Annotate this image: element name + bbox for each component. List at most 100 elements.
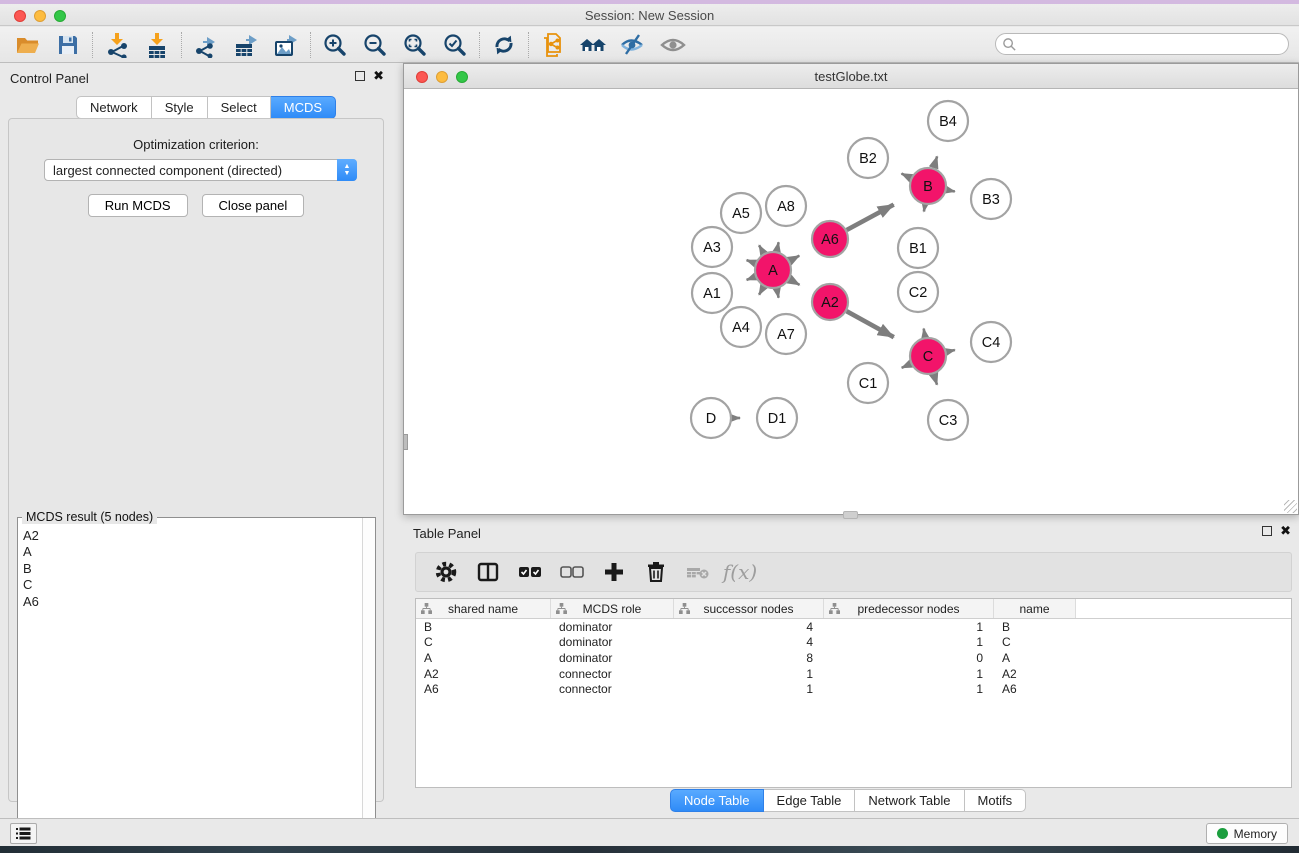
cell-successor-nodes[interactable]: 4	[674, 635, 824, 651]
column-header-shared-name[interactable]: shared name	[416, 599, 551, 618]
graph-node-A6[interactable]: A6	[812, 221, 848, 257]
graph-node-A[interactable]: A	[755, 252, 791, 288]
graph-node-B4[interactable]: B4	[928, 101, 968, 141]
mcds-result-item[interactable]: A2	[23, 528, 362, 544]
column-header-successor-nodes[interactable]: successor nodes	[674, 599, 824, 618]
export-image-icon[interactable]	[266, 30, 306, 60]
graph-node-C2[interactable]: C2	[898, 272, 938, 312]
open-folder-icon[interactable]	[8, 30, 48, 60]
close-panel-button[interactable]: Close panel	[202, 194, 305, 217]
close-panel-icon[interactable]: ✖	[373, 71, 384, 81]
cell-name[interactable]: A	[994, 650, 1076, 666]
table-row[interactable]: A dominator 8 0 A	[416, 650, 1291, 666]
result-scrollbar[interactable]	[362, 518, 375, 852]
import-network-icon[interactable]	[97, 30, 137, 60]
graph-node-C3[interactable]: C3	[928, 400, 968, 440]
graph-edge-A6-B[interactable]	[847, 205, 894, 230]
graph-node-B2[interactable]: B2	[848, 138, 888, 178]
cell-predecessor-nodes[interactable]: 0	[824, 650, 994, 666]
graph-node-A4[interactable]: A4	[721, 307, 761, 347]
graph-node-A3[interactable]: A3	[692, 227, 732, 267]
mcds-result-item[interactable]: A6	[23, 594, 362, 610]
graph-edge-C-C3[interactable]	[934, 374, 937, 385]
cell-shared-name[interactable]: A2	[416, 666, 551, 682]
search-field[interactable]	[995, 33, 1289, 55]
tab-style[interactable]: Style	[152, 96, 208, 119]
window-edge-handle[interactable]	[403, 434, 408, 450]
save-session-icon[interactable]	[48, 30, 88, 60]
cell-predecessor-nodes[interactable]: 1	[824, 635, 994, 651]
search-input[interactable]	[1017, 37, 1288, 51]
graph-node-C4[interactable]: C4	[971, 322, 1011, 362]
cell-name[interactable]: A2	[994, 666, 1076, 682]
cell-predecessor-nodes[interactable]: 1	[824, 666, 994, 682]
table-row[interactable]: A2 connector 1 1 A2	[416, 666, 1291, 682]
cell-shared-name[interactable]: A6	[416, 681, 551, 697]
run-mcds-button[interactable]: Run MCDS	[88, 194, 188, 217]
cell-name[interactable]: C	[994, 635, 1076, 651]
show-graphics-details-icon[interactable]	[653, 30, 693, 60]
graph-edge-A-A2[interactable]	[790, 279, 800, 285]
show-columns-icon[interactable]	[474, 558, 502, 586]
create-column-icon[interactable]	[600, 558, 628, 586]
graph-node-A8[interactable]: A8	[766, 186, 806, 226]
export-network-icon[interactable]	[186, 30, 226, 60]
tab-motifs[interactable]: Motifs	[965, 789, 1027, 812]
zoom-in-icon[interactable]	[315, 30, 355, 60]
hide-graphics-details-icon[interactable]	[613, 30, 653, 60]
cell-shared-name[interactable]: C	[416, 635, 551, 651]
column-header-name[interactable]: name	[994, 599, 1076, 618]
tab-mcds[interactable]: MCDS	[271, 96, 336, 119]
graph-edge-B-B3[interactable]	[947, 190, 955, 192]
graph-edge-C-C4[interactable]	[947, 350, 955, 352]
graph-edge-A-A8[interactable]	[777, 242, 779, 251]
show-all-networks-icon[interactable]	[573, 30, 613, 60]
column-header-mcds-role[interactable]: MCDS role	[551, 599, 674, 618]
graph-node-A7[interactable]: A7	[766, 314, 806, 354]
new-network-from-selection-icon[interactable]	[533, 30, 573, 60]
column-header-predecessor-nodes[interactable]: predecessor nodes	[824, 599, 994, 618]
task-history-button[interactable]	[10, 823, 37, 844]
graph-node-D[interactable]: D	[691, 398, 731, 438]
table-row[interactable]: C dominator 4 1 C	[416, 635, 1291, 651]
graph-edge-C-C2[interactable]	[924, 329, 925, 338]
graph-node-B1[interactable]: B1	[898, 228, 938, 268]
tab-node-table[interactable]: Node Table	[670, 789, 764, 812]
mcds-result-item[interactable]: B	[23, 561, 362, 577]
delete-columns-icon[interactable]	[642, 558, 670, 586]
graph-node-B[interactable]: B	[910, 168, 946, 204]
graph-edge-A-A1[interactable]	[747, 277, 756, 280]
cell-mcds-role[interactable]: dominator	[551, 635, 674, 651]
cell-mcds-role[interactable]: dominator	[551, 619, 674, 635]
graph-edge-A-A6[interactable]	[790, 256, 800, 261]
float-panel-icon[interactable]	[355, 71, 365, 81]
delete-table-icon[interactable]	[684, 558, 712, 586]
cell-predecessor-nodes[interactable]: 1	[824, 619, 994, 635]
cell-successor-nodes[interactable]: 1	[674, 681, 824, 697]
tab-network[interactable]: Network	[76, 96, 152, 119]
close-table-panel-icon[interactable]: ✖	[1280, 526, 1291, 536]
tab-edge-table[interactable]: Edge Table	[764, 789, 856, 812]
table-mode-gear-icon[interactable]	[432, 558, 460, 586]
cell-mcds-role[interactable]: dominator	[551, 650, 674, 666]
graph-edge-B-B4[interactable]	[934, 156, 938, 167]
mcds-result-item[interactable]: C	[23, 577, 362, 593]
graph-edge-A-A5[interactable]	[759, 245, 764, 253]
zoom-fit-icon[interactable]	[395, 30, 435, 60]
graph-node-A1[interactable]: A1	[692, 273, 732, 313]
cell-name[interactable]: B	[994, 619, 1076, 635]
function-builder-icon[interactable]: f(x)	[726, 558, 754, 586]
graph-node-B3[interactable]: B3	[971, 179, 1011, 219]
graph-node-C[interactable]: C	[910, 338, 946, 374]
cell-successor-nodes[interactable]: 4	[674, 619, 824, 635]
deselect-all-checkboxes-icon[interactable]	[558, 558, 586, 586]
tab-network-table[interactable]: Network Table	[855, 789, 964, 812]
export-table-icon[interactable]	[226, 30, 266, 60]
graph-node-A2[interactable]: A2	[812, 284, 848, 320]
cell-name[interactable]: A6	[994, 681, 1076, 697]
cell-mcds-role[interactable]: connector	[551, 666, 674, 682]
import-table-icon[interactable]	[137, 30, 177, 60]
graph-edge-A-A7[interactable]	[777, 289, 779, 298]
cell-mcds-role[interactable]: connector	[551, 681, 674, 697]
graph-edge-B-B1[interactable]	[924, 205, 925, 212]
